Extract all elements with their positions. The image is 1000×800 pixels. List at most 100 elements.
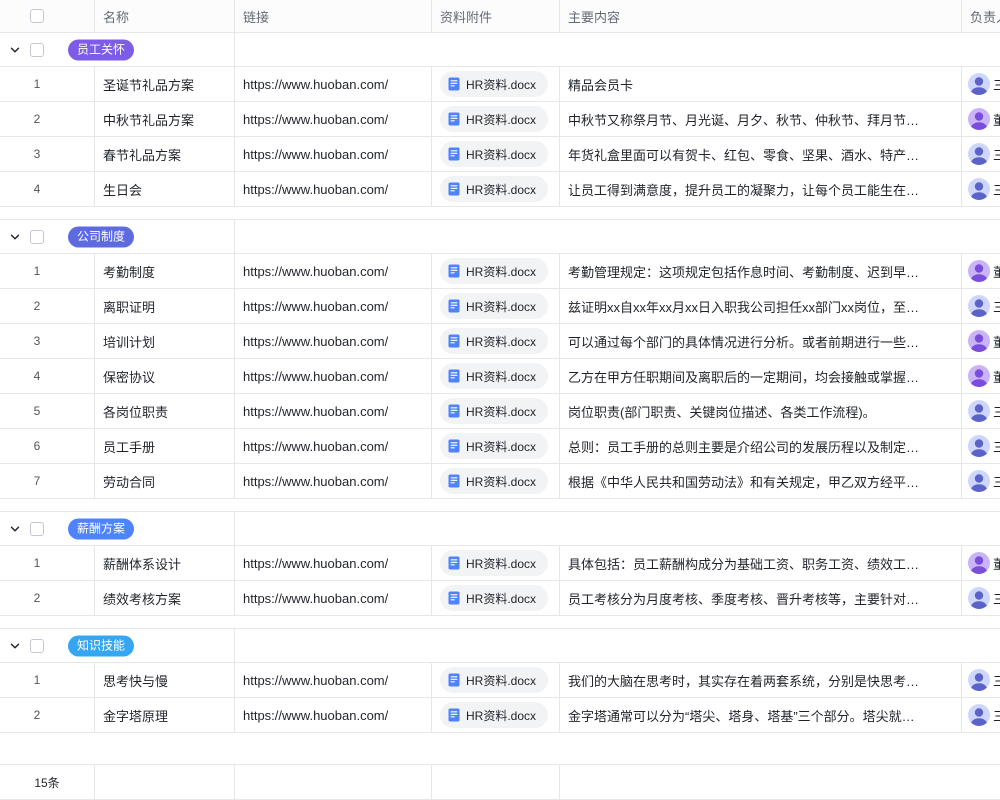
cell-name[interactable]: 绩效考核方案 xyxy=(95,581,235,615)
cell-name[interactable]: 劳动合同 xyxy=(95,464,235,498)
cell-content[interactable]: 让员工得到满意度，提升员工的凝聚力，让每个员工能生在… xyxy=(560,172,962,206)
cell-link[interactable]: https://www.huoban.com/ xyxy=(235,67,432,101)
attachment-chip[interactable]: HR资料.docx xyxy=(440,258,548,284)
chevron-down-icon[interactable] xyxy=(9,523,21,535)
cell-attachment[interactable]: HR资料.docx xyxy=(432,102,560,136)
cell-attachment[interactable]: HR资料.docx xyxy=(432,172,560,206)
attachment-chip[interactable]: HR资料.docx xyxy=(440,141,548,167)
cell-name[interactable]: 各岗位职责 xyxy=(95,394,235,428)
column-header-attachment[interactable]: 资料附件 xyxy=(432,0,560,32)
cell-name[interactable]: 考勤制度 xyxy=(95,254,235,288)
cell-owner[interactable]: 三 xyxy=(962,698,1000,732)
cell-content[interactable]: 中秋节又称祭月节、月光诞、月夕、秋节、仲秋节、拜月节… xyxy=(560,102,962,136)
cell-owner[interactable]: 董 xyxy=(962,324,1000,358)
cell-content[interactable]: 年货礼盒里面可以有贺卡、红包、零食、坚果、酒水、特产… xyxy=(560,137,962,171)
cell-owner[interactable]: 三 xyxy=(962,663,1000,697)
cell-link[interactable]: https://www.huoban.com/ xyxy=(235,429,432,463)
cell-content[interactable]: 兹证明xx自xx年xx月xx日入职我公司担任xx部门xx岗位，至… xyxy=(560,289,962,323)
attachment-chip[interactable]: HR资料.docx xyxy=(440,293,548,319)
cell-content[interactable]: 金字塔通常可以分为“塔尖、塔身、塔基”三个部分。塔尖就… xyxy=(560,698,962,732)
cell-content[interactable]: 我们的大脑在思考时，其实存在着两套系统，分别是快思考… xyxy=(560,663,962,697)
cell-attachment[interactable]: HR资料.docx xyxy=(432,67,560,101)
column-header-content[interactable]: 主要内容 xyxy=(560,0,962,32)
cell-link[interactable]: https://www.huoban.com/ xyxy=(235,137,432,171)
cell-link[interactable]: https://www.huoban.com/ xyxy=(235,359,432,393)
cell-owner[interactable]: 三 xyxy=(962,429,1000,463)
cell-content[interactable]: 员工考核分为月度考核、季度考核、晋升考核等，主要针对… xyxy=(560,581,962,615)
group-checkbox[interactable] xyxy=(30,43,44,57)
cell-content[interactable]: 总则：员工手册的总则主要是介绍公司的发展历程以及制定… xyxy=(560,429,962,463)
attachment-chip[interactable]: HR资料.docx xyxy=(440,433,548,459)
cell-owner[interactable]: 三 xyxy=(962,581,1000,615)
attachment-chip[interactable]: HR资料.docx xyxy=(440,550,548,576)
cell-link[interactable]: https://www.huoban.com/ xyxy=(235,102,432,136)
cell-owner[interactable]: 董 xyxy=(962,102,1000,136)
column-header-owner[interactable]: 负责人 xyxy=(962,0,1000,32)
attachment-chip[interactable]: HR资料.docx xyxy=(440,667,548,693)
group-checkbox[interactable] xyxy=(30,522,44,536)
cell-owner[interactable]: 三 xyxy=(962,172,1000,206)
attachment-chip[interactable]: HR资料.docx xyxy=(440,702,548,728)
cell-attachment[interactable]: HR资料.docx xyxy=(432,394,560,428)
cell-owner[interactable]: 董 xyxy=(962,359,1000,393)
cell-attachment[interactable]: HR资料.docx xyxy=(432,429,560,463)
cell-owner[interactable]: 三 xyxy=(962,394,1000,428)
cell-link[interactable]: https://www.huoban.com/ xyxy=(235,324,432,358)
cell-attachment[interactable]: HR资料.docx xyxy=(432,546,560,580)
cell-link[interactable]: https://www.huoban.com/ xyxy=(235,172,432,206)
group-checkbox[interactable] xyxy=(30,639,44,653)
chevron-down-icon[interactable] xyxy=(9,231,21,243)
cell-name[interactable]: 离职证明 xyxy=(95,289,235,323)
chevron-down-icon[interactable] xyxy=(9,44,21,56)
cell-content[interactable]: 乙方在甲方任职期间及离职后的一定期间，均会接触或掌握… xyxy=(560,359,962,393)
attachment-chip[interactable]: HR资料.docx xyxy=(440,585,548,611)
column-header-link[interactable]: 链接 xyxy=(235,0,432,32)
attachment-chip[interactable]: HR资料.docx xyxy=(440,398,548,424)
cell-link[interactable]: https://www.huoban.com/ xyxy=(235,464,432,498)
cell-attachment[interactable]: HR资料.docx xyxy=(432,254,560,288)
cell-attachment[interactable]: HR资料.docx xyxy=(432,324,560,358)
cell-attachment[interactable]: HR资料.docx xyxy=(432,698,560,732)
select-all-checkbox[interactable] xyxy=(30,9,44,23)
cell-attachment[interactable]: HR资料.docx xyxy=(432,581,560,615)
cell-owner[interactable]: 董 xyxy=(962,546,1000,580)
cell-content[interactable]: 岗位职责(部门职责、关键岗位描述、各类工作流程)。 xyxy=(560,394,962,428)
cell-name[interactable]: 思考快与慢 xyxy=(95,663,235,697)
attachment-chip[interactable]: HR资料.docx xyxy=(440,468,548,494)
cell-attachment[interactable]: HR资料.docx xyxy=(432,137,560,171)
cell-name[interactable]: 保密协议 xyxy=(95,359,235,393)
cell-name[interactable]: 培训计划 xyxy=(95,324,235,358)
attachment-chip[interactable]: HR资料.docx xyxy=(440,176,548,202)
cell-attachment[interactable]: HR资料.docx xyxy=(432,464,560,498)
cell-link[interactable]: https://www.huoban.com/ xyxy=(235,581,432,615)
cell-link[interactable]: https://www.huoban.com/ xyxy=(235,663,432,697)
attachment-chip[interactable]: HR资料.docx xyxy=(440,363,548,389)
cell-name[interactable]: 生日会 xyxy=(95,172,235,206)
cell-attachment[interactable]: HR资料.docx xyxy=(432,359,560,393)
attachment-chip[interactable]: HR资料.docx xyxy=(440,71,548,97)
cell-content[interactable]: 具体包括：员工薪酬构成分为基础工资、职务工资、绩效工… xyxy=(560,546,962,580)
cell-name[interactable]: 薪酬体系设计 xyxy=(95,546,235,580)
cell-link[interactable]: https://www.huoban.com/ xyxy=(235,546,432,580)
cell-name[interactable]: 中秋节礼品方案 xyxy=(95,102,235,136)
cell-name[interactable]: 春节礼品方案 xyxy=(95,137,235,171)
cell-owner[interactable]: 三 xyxy=(962,464,1000,498)
attachment-chip[interactable]: HR资料.docx xyxy=(440,328,548,354)
cell-name[interactable]: 员工手册 xyxy=(95,429,235,463)
cell-content[interactable]: 可以通过每个部门的具体情况进行分析。或者前期进行一些… xyxy=(560,324,962,358)
cell-link[interactable]: https://www.huoban.com/ xyxy=(235,698,432,732)
cell-owner[interactable]: 三 xyxy=(962,289,1000,323)
attachment-chip[interactable]: HR资料.docx xyxy=(440,106,548,132)
cell-content[interactable]: 精品会员卡 xyxy=(560,67,962,101)
cell-name[interactable]: 金字塔原理 xyxy=(95,698,235,732)
cell-link[interactable]: https://www.huoban.com/ xyxy=(235,394,432,428)
cell-content[interactable]: 根据《中华人民共和国劳动法》和有关规定，甲乙双方经平… xyxy=(560,464,962,498)
cell-owner[interactable]: 三 xyxy=(962,67,1000,101)
cell-name[interactable]: 圣诞节礼品方案 xyxy=(95,67,235,101)
cell-owner[interactable]: 三 xyxy=(962,137,1000,171)
cell-attachment[interactable]: HR资料.docx xyxy=(432,663,560,697)
cell-content[interactable]: 考勤管理规定：这项规定包括作息时间、考勤制度、迟到早… xyxy=(560,254,962,288)
cell-link[interactable]: https://www.huoban.com/ xyxy=(235,289,432,323)
cell-owner[interactable]: 董 xyxy=(962,254,1000,288)
chevron-down-icon[interactable] xyxy=(9,640,21,652)
